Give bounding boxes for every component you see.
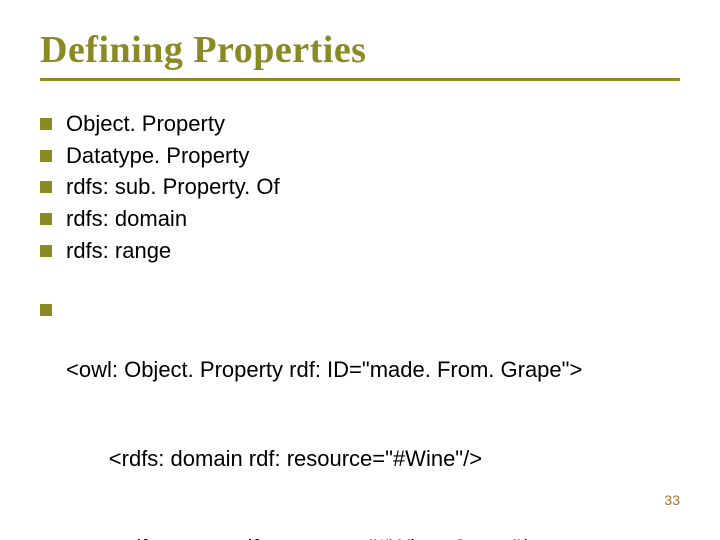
list-item: rdfs: sub. Property. Of (40, 172, 680, 202)
list-item-text: rdfs: domain (66, 204, 680, 234)
bullet-icon (40, 118, 52, 130)
bullet-icon (40, 304, 52, 316)
code-lines: <owl: Object. Property rdf: ID="made. Fr… (66, 295, 680, 540)
bullet-list: Object. Property Datatype. Property rdfs… (40, 109, 680, 265)
bullet-icon (40, 213, 52, 225)
code-block: <owl: Object. Property rdf: ID="made. Fr… (40, 295, 680, 540)
list-item-text: rdfs: range (66, 236, 680, 266)
list-item: rdfs: range (40, 236, 680, 266)
title-underline (40, 78, 680, 81)
list-item: Object. Property (40, 109, 680, 139)
bullet-icon (40, 150, 52, 162)
list-item-text: rdfs: sub. Property. Of (66, 172, 680, 202)
list-item: Datatype. Property (40, 141, 680, 171)
code-line: <owl: Object. Property rdf: ID="made. Fr… (66, 355, 680, 385)
code-line: <rdfs: domain rdf: resource="#Wine"/> (66, 444, 680, 474)
slide: Defining Properties Object. Property Dat… (0, 0, 720, 540)
code-line: <rdfs: range rdf: resource="#Wine. Grape… (66, 533, 680, 540)
bullet-icon (40, 181, 52, 193)
list-item-text: Datatype. Property (66, 141, 680, 171)
list-item: rdfs: domain (40, 204, 680, 234)
slide-title: Defining Properties (40, 28, 680, 72)
bullet-icon (40, 245, 52, 257)
slide-content: Object. Property Datatype. Property rdfs… (40, 109, 680, 540)
page-number: 33 (664, 492, 680, 508)
list-item-text: Object. Property (66, 109, 680, 139)
